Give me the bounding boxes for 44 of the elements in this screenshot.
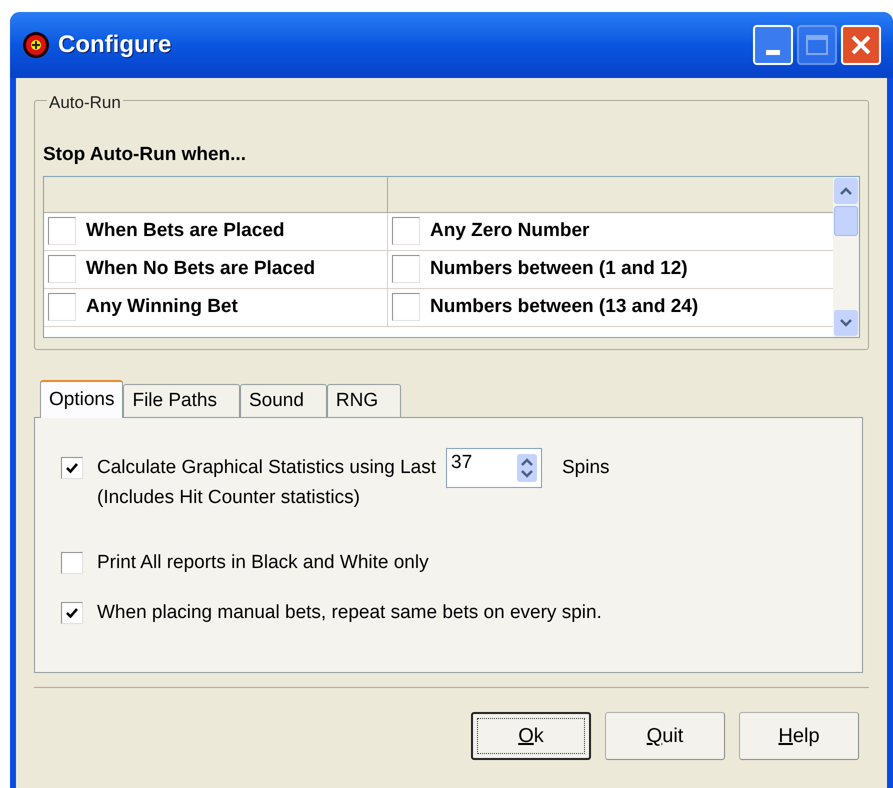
checkbox[interactable] xyxy=(61,457,83,479)
condition-label: Any Winning Bet xyxy=(86,294,238,319)
checkbox[interactable] xyxy=(61,602,83,624)
checkbox[interactable] xyxy=(392,217,420,245)
checkbox[interactable] xyxy=(48,293,76,321)
spin-count-field[interactable]: 37 xyxy=(446,448,542,488)
option-label: Calculate Graphical Statistics using Last xyxy=(97,456,436,480)
condition-label: When No Bets are Placed xyxy=(86,256,316,281)
dialog-button[interactable]: Ok xyxy=(471,712,591,760)
checkbox[interactable] xyxy=(48,255,76,283)
tab[interactable]: RNG xyxy=(326,384,402,417)
spinner-icon xyxy=(517,454,537,482)
scroll-up-icon xyxy=(834,178,858,204)
checkbox[interactable] xyxy=(48,217,76,245)
scrollbar[interactable] xyxy=(833,176,859,336)
scroll-down-icon xyxy=(834,310,858,336)
condition-label: When Bets are Placed xyxy=(86,218,285,243)
check-icon xyxy=(65,461,79,475)
condition-label: Numbers between (1 and 12) xyxy=(430,256,688,281)
spins-label: Spins xyxy=(562,456,610,480)
tab[interactable]: File Paths xyxy=(123,384,240,417)
option-note: (Includes Hit Counter statistics) xyxy=(97,486,361,510)
roulette-icon xyxy=(22,31,50,59)
maximize-button[interactable] xyxy=(797,25,837,65)
close-icon xyxy=(849,33,873,57)
tab[interactable]: Sound xyxy=(240,384,327,417)
tab[interactable]: Options xyxy=(40,380,124,418)
dialog-button[interactable]: Help xyxy=(739,712,859,760)
checkbox[interactable] xyxy=(392,293,420,321)
dialog-button[interactable]: Quit xyxy=(605,712,725,760)
checkbox[interactable] xyxy=(61,552,83,574)
check-icon xyxy=(65,606,79,620)
auto-run-heading: Stop Auto-Run when... xyxy=(43,143,247,167)
condition-label: Numbers between (13 and 24) xyxy=(430,294,698,319)
window-title: Configure xyxy=(58,30,172,60)
condition-label: Any Zero Number xyxy=(430,218,590,243)
close-button[interactable] xyxy=(841,25,881,65)
checkbox[interactable] xyxy=(392,255,420,283)
minimize-button[interactable] xyxy=(753,25,793,65)
maximize-icon xyxy=(806,35,828,55)
option-label: When placing manual bets, repeat same bets on every spin. xyxy=(97,601,602,625)
option-label: Print All reports in Black and White only xyxy=(97,550,429,574)
minimize-icon xyxy=(766,50,780,55)
scroll-thumb[interactable] xyxy=(834,206,858,236)
